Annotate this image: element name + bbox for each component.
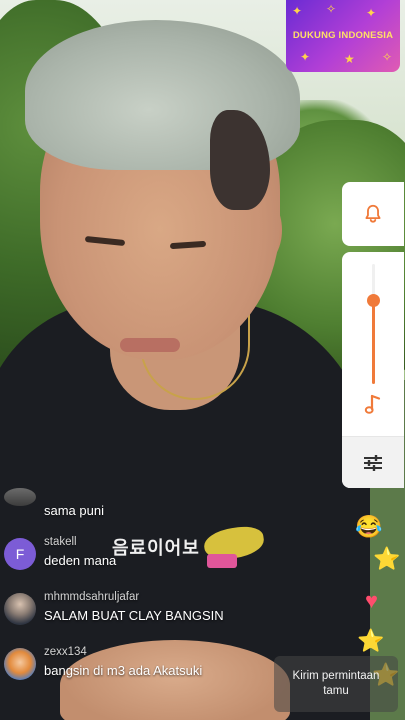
confetti-icon: ✧ — [326, 2, 337, 16]
hand — [60, 640, 290, 720]
laughing-face-icon: 😂 — [355, 514, 383, 539]
star-gift-icon: ⭐ — [373, 546, 401, 571]
music-note-icon[interactable] — [362, 392, 386, 418]
avatar[interactable]: F — [4, 538, 36, 570]
star-gift-icon: ⭐ — [357, 628, 385, 653]
mouth — [120, 338, 180, 352]
guest-request-button[interactable]: Kirim permintaan tamu — [274, 656, 398, 712]
audio-panel — [342, 252, 404, 488]
volume-slider-handle[interactable] — [367, 294, 380, 307]
volume-slider-fill — [372, 300, 375, 384]
confetti-icon: ✦ — [292, 4, 303, 18]
sliders-icon — [364, 454, 382, 471]
settings-button[interactable] — [342, 437, 404, 488]
confetti-icon: ✦ — [300, 50, 311, 64]
confetti-icon: ★ — [344, 52, 355, 66]
shirt-print: 음료이어보 — [112, 523, 266, 576]
promo-text: DUKUNG INDONESIA — [292, 30, 394, 41]
avatar[interactable] — [4, 648, 36, 680]
promo-banner[interactable]: ✦ ✧ ✦ ✧ ✦ ★ DUKUNG INDONESIA — [286, 0, 400, 72]
shirt-print-accent — [207, 554, 237, 568]
guest-request-label-line2: tamu — [323, 685, 349, 697]
chat-text: sama puni — [44, 503, 104, 518]
chat-username[interactable]: mhmmdsahruljafar — [44, 591, 139, 603]
bell-icon — [365, 204, 381, 223]
chat-username[interactable]: stakell — [44, 536, 77, 548]
chat-username[interactable]: zexx134 — [44, 646, 87, 658]
confetti-icon: ✦ — [366, 6, 377, 20]
chat-text: bangsin di m3 ada Akatsuki — [44, 663, 203, 678]
chat-text: SALAM BUAT CLAY BANGSIN — [44, 608, 224, 623]
shirt-print-text: 음료이어보 — [112, 538, 200, 558]
heart-gift-icon: ♥ — [365, 588, 379, 613]
notification-button[interactable] — [342, 182, 404, 246]
confetti-icon: ✧ — [382, 50, 393, 64]
chat-text: deden mana — [44, 553, 117, 568]
guest-request-label-line1: Kirim permintaan — [292, 670, 380, 682]
avatar[interactable] — [4, 488, 36, 506]
volume-slider[interactable] — [372, 264, 375, 384]
avatar[interactable] — [4, 593, 36, 625]
